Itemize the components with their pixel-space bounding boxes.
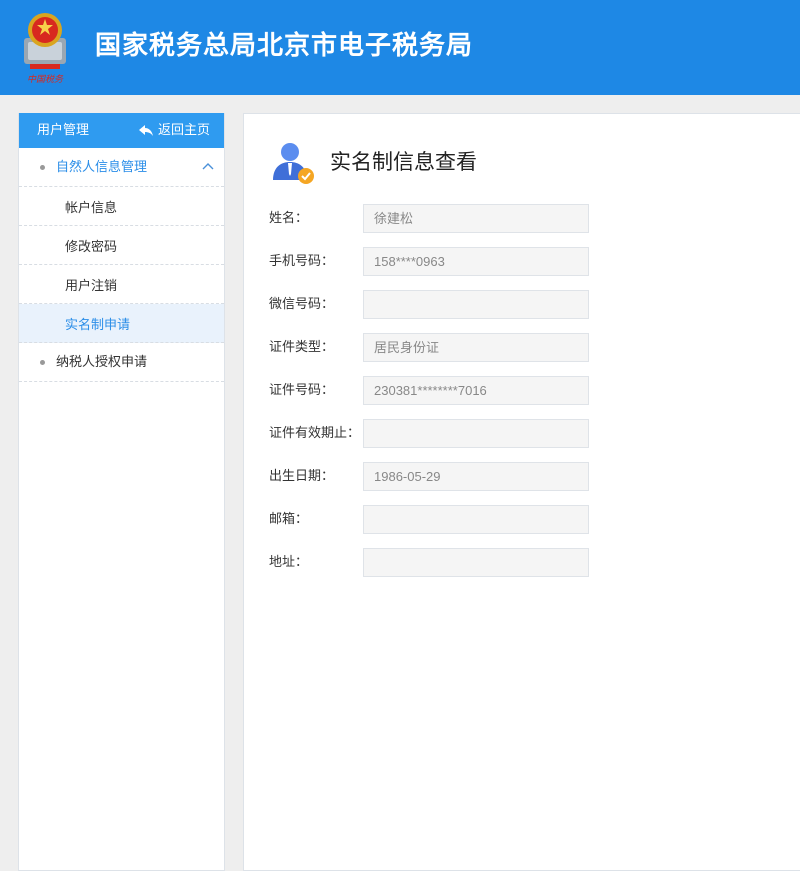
menu-group-personal-info[interactable]: 自然人信息管理 bbox=[19, 148, 224, 187]
bullet-dot-icon bbox=[40, 360, 45, 365]
menu-item-cancel-user[interactable]: 用户注销 bbox=[19, 265, 224, 304]
menu-group-label: 纳税人授权申请 bbox=[56, 354, 148, 370]
field-row-id-type: 证件类型： 居民身份证 bbox=[269, 333, 599, 362]
field-label: 证件类型： bbox=[269, 340, 335, 355]
field-label: 微信号码： bbox=[269, 297, 335, 312]
field-row-address: 地址： bbox=[269, 548, 599, 577]
field-row-phone: 手机号码： 158****0963 bbox=[269, 247, 599, 276]
menu-group-taxpayer-authorization[interactable]: 纳税人授权申请 bbox=[19, 343, 224, 382]
email-field bbox=[363, 505, 589, 534]
menu-group-label: 自然人信息管理 bbox=[56, 159, 148, 175]
back-to-home-link[interactable]: 返回主页 bbox=[138, 122, 210, 139]
id-number-field: 230381********7016 bbox=[363, 376, 589, 405]
field-row-birth-date: 出生日期： 1986-05-29 bbox=[269, 462, 599, 491]
emblem-caption: 中国税务 bbox=[27, 74, 64, 85]
field-label: 出生日期： bbox=[269, 469, 335, 484]
field-row-email: 邮箱： bbox=[269, 505, 599, 534]
menu-item-account-info[interactable]: 帐户信息 bbox=[19, 187, 224, 226]
menu-item-change-password[interactable]: 修改密码 bbox=[19, 226, 224, 265]
bullet-dot-icon bbox=[40, 165, 45, 170]
top-header: 中国税务 国家税务总局北京市电子税务局 bbox=[0, 0, 800, 95]
field-label: 邮箱： bbox=[269, 512, 309, 527]
phone-field: 158****0963 bbox=[363, 247, 589, 276]
site-title: 国家税务总局北京市电子税务局 bbox=[95, 31, 474, 61]
sidebar: 用户管理 返回主页 自然人信息管理 帐户信息 修改密码 用户注销 实名制申请 纳… bbox=[18, 113, 225, 871]
field-label: 地址： bbox=[269, 555, 309, 570]
field-row-wechat: 微信号码： bbox=[269, 290, 599, 319]
chevron-up-icon[interactable] bbox=[202, 161, 214, 173]
back-to-home-label: 返回主页 bbox=[157, 123, 210, 138]
main-panel: 实名制信息查看 姓名： 徐建松 手机号码： 158****0963 微信号码： … bbox=[243, 113, 800, 871]
field-row-name: 姓名： 徐建松 bbox=[269, 204, 599, 233]
tax-emblem-logo: 中国税务 bbox=[24, 13, 66, 85]
birth-date-field: 1986-05-29 bbox=[363, 462, 589, 491]
field-label: 手机号码： bbox=[269, 254, 335, 269]
user-verified-icon bbox=[273, 143, 314, 184]
menu-item-real-name-application[interactable]: 实名制申请 bbox=[19, 304, 224, 343]
wechat-field bbox=[363, 290, 589, 319]
field-row-id-number: 证件号码： 230381********7016 bbox=[269, 376, 599, 405]
field-label: 证件号码： bbox=[269, 383, 335, 398]
id-type-field: 居民身份证 bbox=[363, 333, 589, 362]
name-field: 徐建松 bbox=[363, 204, 589, 233]
back-arrow-icon bbox=[138, 124, 153, 136]
real-name-info-form: 姓名： 徐建松 手机号码： 158****0963 微信号码： 证件类型： 居民… bbox=[269, 204, 599, 591]
address-field bbox=[363, 548, 589, 577]
sidebar-header: 用户管理 返回主页 bbox=[19, 113, 224, 148]
field-label: 证件有效期止： bbox=[269, 426, 361, 441]
sidebar-title: 用户管理 bbox=[37, 123, 90, 138]
id-expiry-field bbox=[363, 419, 589, 448]
field-label: 姓名： bbox=[269, 211, 309, 226]
field-row-id-expiry: 证件有效期止： bbox=[269, 419, 599, 448]
page-title: 实名制信息查看 bbox=[330, 150, 477, 174]
